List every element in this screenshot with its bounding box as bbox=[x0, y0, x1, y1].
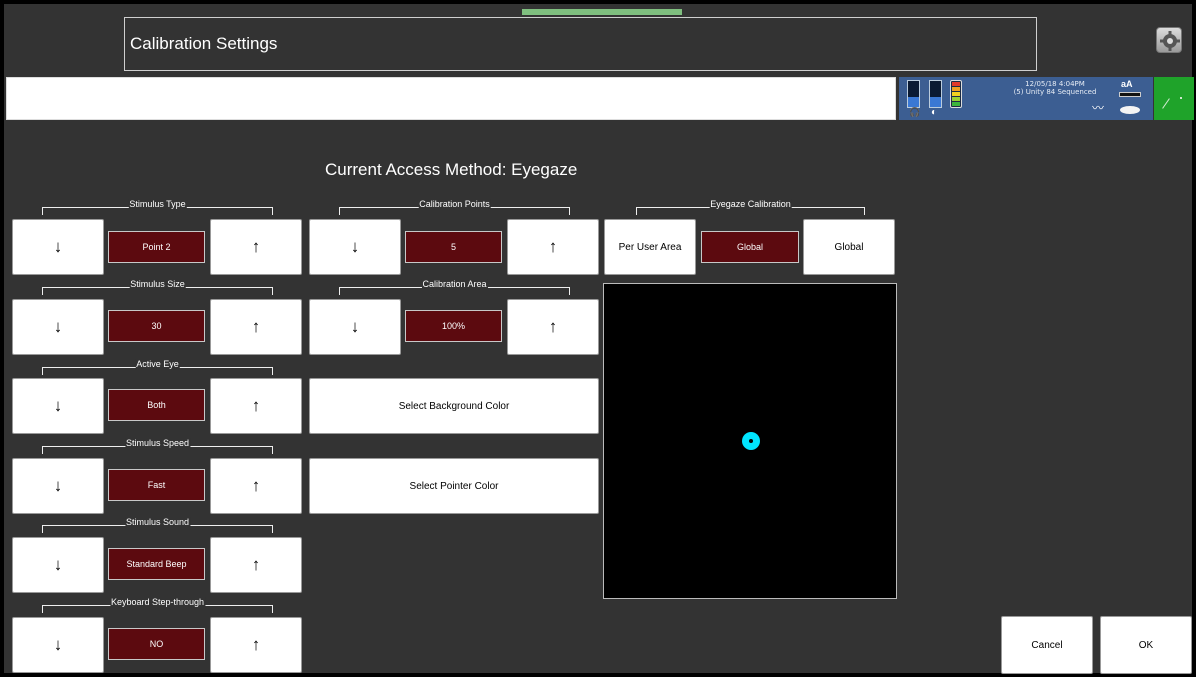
page-title-box: Calibration Settings bbox=[124, 17, 1037, 71]
arrow-up-icon: ↑ bbox=[548, 317, 558, 336]
stimulus-sound-down-button[interactable]: ↓ bbox=[12, 537, 104, 593]
calibration-points-value: 5 bbox=[405, 231, 502, 263]
eyegaze-calibration-header: Eyegaze Calibration bbox=[636, 199, 865, 219]
calibration-preview bbox=[603, 283, 897, 599]
eyegaze-calibration-value: Global bbox=[701, 231, 799, 263]
access-method-heading: Current Access Method: Eyegaze bbox=[325, 160, 578, 179]
arrow-down-icon: ↓ bbox=[53, 237, 63, 256]
stimulus-speed-label: Stimulus Speed bbox=[124, 438, 191, 448]
activity-line-icon bbox=[1162, 98, 1170, 109]
status-vocabulary: (5) Unity 84 Sequenced bbox=[1013, 88, 1097, 96]
keyboard-step-through-header: Keyboard Step-through bbox=[42, 597, 273, 617]
keyboard-step-through-up-button[interactable]: ↑ bbox=[210, 617, 302, 673]
keyboard-icon bbox=[1119, 92, 1141, 97]
arrow-up-icon: ↑ bbox=[251, 237, 261, 256]
stimulus-sound-up-button[interactable]: ↑ bbox=[210, 537, 302, 593]
font-size-icon: aA bbox=[1121, 79, 1133, 89]
window-frame-left bbox=[0, 0, 4, 677]
stimulus-type-label: Stimulus Type bbox=[128, 199, 187, 209]
arrow-up-icon: ↑ bbox=[251, 396, 261, 415]
brightness-meter[interactable] bbox=[929, 80, 942, 108]
per-user-area-button[interactable]: Per User Area bbox=[604, 219, 696, 275]
keyboard-step-through-down-button[interactable]: ↓ bbox=[12, 617, 104, 673]
ok-button[interactable]: OK bbox=[1100, 616, 1192, 674]
arrow-down-icon: ↓ bbox=[53, 555, 63, 574]
trend-icon: 〰 bbox=[1092, 101, 1105, 115]
eyegaze-calibration-label: Eyegaze Calibration bbox=[709, 199, 792, 209]
stimulus-speed-down-button[interactable]: ↓ bbox=[12, 458, 104, 514]
calibration-points-header: Calibration Points bbox=[339, 199, 570, 219]
stimulus-size-value: 30 bbox=[108, 310, 205, 342]
calibration-points-label: Calibration Points bbox=[418, 199, 491, 209]
active-eye-header: Active Eye bbox=[42, 359, 273, 379]
arrow-up-icon: ↑ bbox=[548, 237, 558, 256]
message-window[interactable] bbox=[6, 77, 896, 120]
stimulus-type-down-button[interactable]: ↓ bbox=[12, 219, 104, 275]
brightness-icon: ◐ bbox=[931, 107, 938, 118]
stimulus-speed-value: Fast bbox=[108, 469, 205, 501]
gear-icon bbox=[1160, 31, 1180, 51]
arrow-up-icon: ↑ bbox=[251, 317, 261, 336]
stimulus-type-header: Stimulus Type bbox=[42, 199, 273, 219]
status-panel: 🎧 ◐ 12/05/18 4:04PM (5) Unity 84 Sequenc… bbox=[899, 77, 1153, 120]
stimulus-sound-label: Stimulus Sound bbox=[124, 517, 191, 527]
arrow-down-icon: ↓ bbox=[53, 396, 63, 415]
active-eye-label: Active Eye bbox=[135, 359, 180, 369]
stimulus-sound-value: Standard Beep bbox=[108, 548, 205, 580]
arrow-down-icon: ↓ bbox=[350, 237, 360, 256]
status-datetime: 12/05/18 4:04PM bbox=[1025, 80, 1085, 88]
stimulus-size-header: Stimulus Size bbox=[42, 279, 273, 299]
calibration-area-header: Calibration Area bbox=[339, 279, 570, 299]
headphones-icon: 🎧 bbox=[909, 107, 921, 117]
arrow-down-icon: ↓ bbox=[53, 635, 63, 654]
stimulus-size-label: Stimulus Size bbox=[129, 279, 186, 289]
active-eye-value: Both bbox=[108, 389, 205, 421]
arrow-up-icon: ↑ bbox=[251, 555, 261, 574]
stimulus-sound-header: Stimulus Sound bbox=[42, 517, 273, 537]
stimulus-type-up-button[interactable]: ↑ bbox=[210, 219, 302, 275]
arrow-down-icon: ↓ bbox=[350, 317, 360, 336]
top-drag-tab[interactable] bbox=[522, 9, 682, 15]
calibration-area-value: 100% bbox=[405, 310, 502, 342]
activity-indicator bbox=[1154, 77, 1194, 120]
keyboard-step-through-label: Keyboard Step-through bbox=[109, 597, 206, 607]
stimulus-size-up-button[interactable]: ↑ bbox=[210, 299, 302, 355]
calibration-pointer bbox=[742, 432, 760, 450]
stimulus-size-down-button[interactable]: ↓ bbox=[12, 299, 104, 355]
activity-dot-icon bbox=[1180, 97, 1182, 99]
window-frame-top bbox=[0, 0, 1196, 4]
select-pointer-color-button[interactable]: Select Pointer Color bbox=[309, 458, 599, 514]
active-eye-down-button[interactable]: ↓ bbox=[12, 378, 104, 434]
arrow-up-icon: ↑ bbox=[251, 635, 261, 654]
cancel-button[interactable]: Cancel bbox=[1001, 616, 1093, 674]
arrow-down-icon: ↓ bbox=[53, 476, 63, 495]
stimulus-type-value: Point 2 bbox=[108, 231, 205, 263]
speaker-volume-meter[interactable] bbox=[907, 80, 920, 108]
page-title: Calibration Settings bbox=[130, 34, 278, 53]
settings-button[interactable] bbox=[1156, 27, 1182, 53]
stimulus-speed-header: Stimulus Speed bbox=[42, 438, 273, 458]
active-eye-up-button[interactable]: ↑ bbox=[210, 378, 302, 434]
battery-indicator bbox=[950, 80, 962, 108]
calibration-points-up-button[interactable]: ↑ bbox=[507, 219, 599, 275]
calibration-area-label: Calibration Area bbox=[421, 279, 488, 289]
calibration-points-down-button[interactable]: ↓ bbox=[309, 219, 401, 275]
calibration-area-up-button[interactable]: ↑ bbox=[507, 299, 599, 355]
stimulus-speed-up-button[interactable]: ↑ bbox=[210, 458, 302, 514]
speech-icon bbox=[1120, 106, 1140, 114]
select-background-color-button[interactable]: Select Background Color bbox=[309, 378, 599, 434]
arrow-down-icon: ↓ bbox=[53, 317, 63, 336]
global-button[interactable]: Global bbox=[803, 219, 895, 275]
calibration-area-down-button[interactable]: ↓ bbox=[309, 299, 401, 355]
keyboard-step-through-value: NO bbox=[108, 628, 205, 660]
arrow-up-icon: ↑ bbox=[251, 476, 261, 495]
